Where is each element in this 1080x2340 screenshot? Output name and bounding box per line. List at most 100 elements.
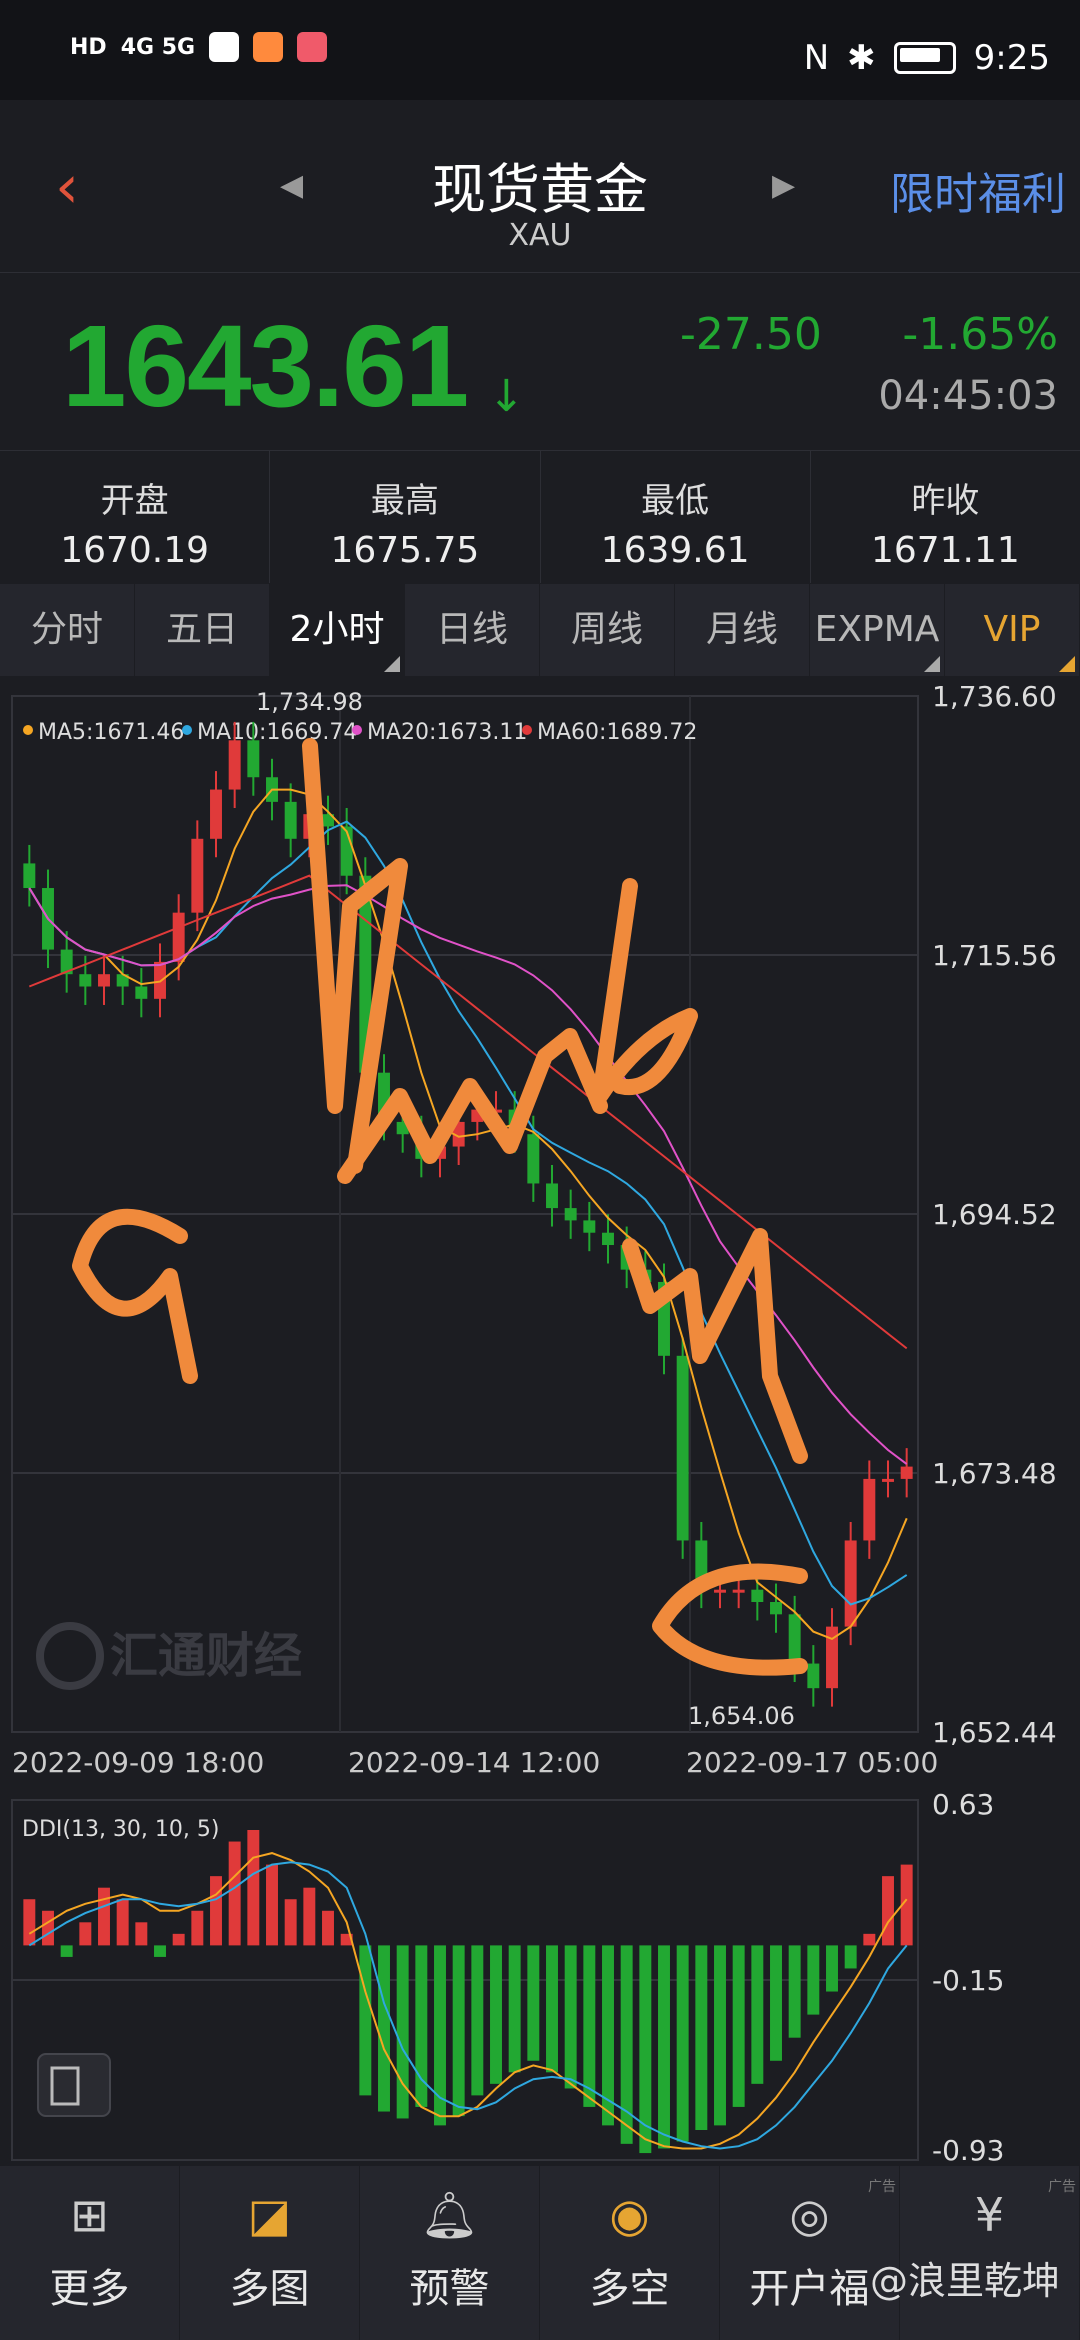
legend-dot bbox=[182, 725, 192, 735]
candle-body bbox=[98, 974, 110, 987]
chart-area[interactable]: 1,736.60 1,715.56 1,694.52 1,673.48 1,652.44… bbox=[0, 676, 1080, 2166]
tab-five-day[interactable]: 五日 bbox=[135, 584, 270, 676]
ddi-bar bbox=[191, 1910, 204, 1946]
legend-dot bbox=[23, 725, 33, 735]
ddi-bar bbox=[135, 1922, 148, 1946]
x-tick-label: 2022-09-09 18:00 bbox=[12, 1746, 264, 1779]
tab-weekly[interactable]: 周线 bbox=[540, 584, 675, 676]
nav-multi-chart[interactable]: ◪ 多图 bbox=[180, 2166, 360, 2340]
ddi-y-tick: -0.15 bbox=[932, 1964, 1004, 1997]
candle-body bbox=[807, 1663, 820, 1689]
ddi-bar bbox=[751, 1945, 764, 2084]
tab-timeshare[interactable]: 分时 bbox=[0, 584, 135, 676]
period-tabs: 分时 五日 2小时 日线 周线 月线 EXPMA VIP bbox=[0, 584, 1080, 676]
candle-body bbox=[714, 1589, 726, 1593]
ddi-bar bbox=[695, 1945, 708, 2130]
handwritten-annotation bbox=[652, 1563, 808, 1676]
quote-time: 04:45:03 bbox=[878, 373, 1058, 419]
ddi-bar bbox=[228, 1841, 241, 1946]
status-left-icons: HD 4G 5G bbox=[70, 32, 328, 62]
x-tick-label: 2022-09-17 05:00 bbox=[686, 1746, 938, 1779]
stat-value: 1639.61 bbox=[600, 530, 750, 571]
candle-body bbox=[210, 789, 222, 839]
current-price: 1643.61 bbox=[62, 301, 469, 431]
ddi-bar bbox=[676, 1945, 689, 2142]
handwritten-annotation bbox=[72, 1208, 198, 1384]
ddi-bar bbox=[452, 1945, 465, 2117]
nav-long-short[interactable]: ◉ 多空 bbox=[540, 2166, 720, 2340]
high-price-label: 1,734.98 bbox=[256, 688, 363, 716]
ddi-bar bbox=[266, 1864, 278, 1946]
handwritten-annotation bbox=[622, 1228, 808, 1464]
candle-body bbox=[732, 1589, 745, 1593]
ddi-bar bbox=[247, 1830, 260, 1946]
ddi-y-tick: -0.93 bbox=[932, 2134, 1004, 2166]
ddi-bar bbox=[826, 1945, 838, 1992]
tab-expma[interactable]: EXPMA bbox=[810, 584, 945, 676]
stat-value: 1675.75 bbox=[330, 530, 480, 571]
ddi-bar bbox=[508, 1945, 521, 2073]
tab-monthly[interactable]: 月线 bbox=[675, 584, 810, 676]
stat-value: 1670.19 bbox=[60, 530, 210, 571]
ddi-bar bbox=[303, 1887, 316, 1946]
ddi-bar bbox=[42, 1910, 54, 1946]
nav-label: 更多 bbox=[49, 2266, 130, 2312]
candlestick-chart[interactable]: 1,736.60 1,715.56 1,694.52 1,673.48 1,652.44… bbox=[0, 676, 1080, 2166]
legend-dot bbox=[522, 725, 532, 735]
money-bag-icon: ¥ bbox=[974, 2188, 1005, 2242]
candle-body bbox=[172, 912, 185, 962]
tab-daily[interactable]: 日线 bbox=[405, 584, 540, 676]
trend-icon: ◉ bbox=[609, 2188, 650, 2242]
gift-icon: ◎ bbox=[789, 2188, 830, 2242]
ddi-bar bbox=[732, 1945, 745, 2107]
tab-vip[interactable]: VIP bbox=[945, 584, 1080, 676]
tab-label: EXPMA bbox=[814, 609, 940, 650]
ddi-bar bbox=[863, 1933, 876, 1946]
status-right-icons: N ✱ 9:25 bbox=[804, 38, 1050, 78]
landscape-toggle-icon bbox=[37, 2053, 111, 2117]
next-instrument-icon[interactable]: ▶ bbox=[772, 168, 795, 203]
tab-2-hour[interactable]: 2小时 bbox=[270, 584, 405, 676]
ddi-bar bbox=[172, 1933, 185, 1946]
stat-label: 昨收 bbox=[911, 481, 980, 521]
candle-body bbox=[863, 1478, 876, 1541]
ddi-bar bbox=[490, 1945, 502, 2084]
candle-body bbox=[284, 801, 297, 839]
ddi-bar bbox=[807, 1945, 820, 2015]
candle-body bbox=[900, 1466, 913, 1479]
nav-alert[interactable]: 🔔︎ 预警 bbox=[360, 2166, 540, 2340]
tab-label: 2小时 bbox=[289, 609, 385, 650]
user-watermark: @浪里乾坤 bbox=[869, 2259, 1060, 2303]
hd-icon: HD bbox=[70, 34, 107, 60]
dropdown-corner-icon bbox=[924, 656, 940, 672]
stat-value: 1671.11 bbox=[870, 530, 1020, 571]
app-notification-icon bbox=[253, 32, 284, 62]
stat-high: 最高 1675.75 bbox=[270, 451, 541, 583]
nav-more[interactable]: ⊞ 更多 bbox=[0, 2166, 180, 2340]
candle-body bbox=[228, 740, 241, 790]
stat-open: 开盘 1670.19 bbox=[0, 451, 271, 583]
header: ‹ ◀ 现货黄金 XAU ▶ 限时福利 bbox=[0, 100, 1080, 270]
y-tick-label: 1,736.60 bbox=[932, 680, 1057, 713]
y-tick-label: 1,673.48 bbox=[932, 1457, 1057, 1490]
candle-body bbox=[546, 1183, 558, 1209]
ddi-bar bbox=[378, 1945, 390, 2112]
ddi-bar bbox=[98, 1887, 110, 1946]
ddi-bar bbox=[60, 1945, 73, 1957]
candle-body bbox=[564, 1208, 577, 1221]
ddi-bar bbox=[546, 1945, 558, 2073]
candle-body bbox=[583, 1220, 596, 1233]
dropdown-corner-icon bbox=[1059, 656, 1075, 672]
legend-dot bbox=[352, 725, 362, 735]
ddi-bar bbox=[564, 1945, 577, 2089]
stat-low: 最低 1639.61 bbox=[541, 451, 811, 583]
ddi-bar bbox=[583, 1945, 596, 2107]
stat-label: 最高 bbox=[370, 481, 439, 521]
ddi-bar bbox=[322, 1910, 334, 1946]
grid-icon: ⊞ bbox=[70, 2188, 109, 2242]
promo-link[interactable]: 限时福利 bbox=[890, 158, 1066, 222]
network-label: 4G 5G bbox=[120, 34, 196, 60]
ddi-bar bbox=[284, 1899, 297, 1946]
stat-label: 开盘 bbox=[100, 481, 169, 521]
candle-body bbox=[844, 1540, 857, 1627]
